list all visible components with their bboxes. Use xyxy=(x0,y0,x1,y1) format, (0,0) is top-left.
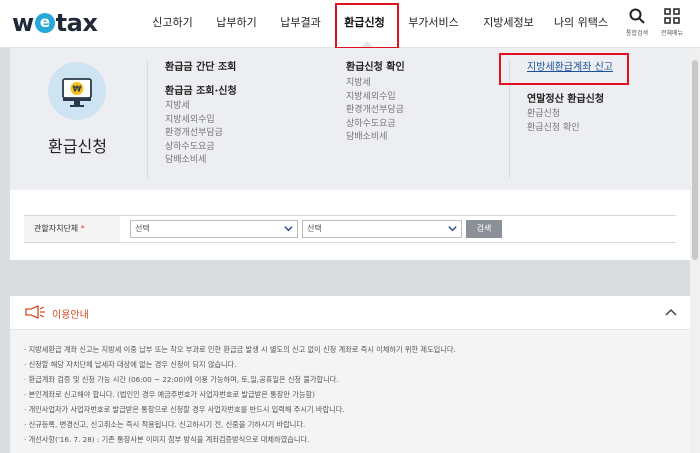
grid-menu-icon xyxy=(664,8,680,24)
menu-refund-simple-lookup[interactable]: 환급금 간단 조회 xyxy=(165,58,237,73)
usage-guide: 이용안내 · 지방세환급 계좌 신고는 지방세 이중 납부 또는 착오 부과로 … xyxy=(10,296,690,453)
nav-item-4[interactable]: 부가서비스 xyxy=(396,0,471,48)
menu-item[interactable]: 환경개선부담금 xyxy=(346,104,405,118)
search-panel: 관할자치단체 * 선택 선택 검색 xyxy=(10,190,690,260)
city-select-value: 선택 xyxy=(307,224,322,233)
svg-text:₩: ₩ xyxy=(73,85,82,94)
city-select[interactable]: 선택 xyxy=(302,220,462,238)
nav-item-1[interactable]: 납부하기 xyxy=(205,0,268,48)
menu-label: 전체메뉴 xyxy=(660,30,684,37)
menu-item[interactable]: 환급신청 xyxy=(527,108,613,122)
menu-item[interactable]: 환경개선부담금 xyxy=(165,127,237,141)
logo-text-w: w xyxy=(12,9,34,37)
menu-item[interactable]: 지방세 xyxy=(346,77,405,91)
divider xyxy=(147,60,148,178)
chevron-down-icon xyxy=(284,226,293,232)
menu-item[interactable]: 상하수도요금 xyxy=(346,118,405,132)
province-select-value: 선택 xyxy=(135,224,150,233)
guide-line: · 환급계좌 검증 및 신청 가능 시간 (06:00 ~ 22:00)에 이용… xyxy=(24,375,339,384)
search-icon xyxy=(629,8,645,24)
nav-item-0[interactable]: 신고하기 xyxy=(140,0,205,48)
logo-e-circle: e xyxy=(34,13,55,33)
nav-item-2[interactable]: 납부결과 xyxy=(268,0,333,48)
search-label: 통합검색 xyxy=(625,30,649,37)
province-select[interactable]: 선택 xyxy=(130,220,298,238)
guide-line: · 본인계좌로 신고해야 합니다. (법인인 경우 예금주번호가 사업자번호로 … xyxy=(24,390,315,399)
integrated-search-button[interactable]: 통합검색 xyxy=(620,8,654,42)
usage-guide-body: · 지방세환급 계좌 신고는 지방세 이중 납부 또는 착오 부과로 인한 환급… xyxy=(10,330,690,453)
menu-item[interactable]: 담배소비세 xyxy=(165,154,237,168)
mega-menu-intro: ₩ 환급신청 xyxy=(10,48,145,190)
usage-guide-title: 이용안내 xyxy=(52,310,89,321)
guide-line: · 신청할 해당 자치단체 납세자 대상에 없는 경우 신청이 되지 않습니다. xyxy=(24,360,237,369)
search-button[interactable]: 검색 xyxy=(466,220,502,238)
menu-refund-apply-check[interactable]: 환급신청 확인 xyxy=(346,58,405,73)
dropdown-caret xyxy=(361,41,373,47)
mega-col-1: 환급금 간단 조회 환급금 조회·신청 지방세 지방세외수입 환경개선부담금 상하수도… xyxy=(165,58,237,168)
monitor-won-icon: ₩ xyxy=(48,62,106,120)
mega-menu-title: 환급신청 xyxy=(48,137,107,156)
guide-line: · 개인사업자가 사업자번호로 발급받은 통장으로 신청할 경우 사업자번호를 … xyxy=(24,405,345,414)
all-menu-button[interactable]: 전체메뉴 xyxy=(655,8,689,42)
site-header: w e tax 신고하기 납부하기 납부결과 환급신청 부가서비스 지방세정보 나의 위택스 통… xyxy=(0,0,700,49)
menu-item[interactable]: 지방세 xyxy=(165,100,237,114)
menu-item[interactable]: 담배소비세 xyxy=(346,131,405,145)
wetax-logo[interactable]: w e tax xyxy=(12,9,98,37)
scrollbar-thumb[interactable] xyxy=(692,60,698,260)
jurisdiction-label: 관할자치단체 * xyxy=(24,216,120,242)
menu-item[interactable]: 지방세외수입 xyxy=(165,114,237,128)
menu-item[interactable]: 상하수도요금 xyxy=(165,141,237,155)
nav-item-6[interactable]: 나의 위택스 xyxy=(546,0,616,48)
menu-year-end-refund[interactable]: 연말정산 환급신청 xyxy=(527,90,613,105)
menu-refund-lookup-apply[interactable]: 환급금 조회·신청 xyxy=(165,82,237,97)
required-mark: * xyxy=(80,224,85,233)
guide-line: · 신규등록, 변경신고, 신고취소는 즉시 적용됩니다. 신고하시기 전, 신… xyxy=(24,420,306,429)
megaphone-icon xyxy=(25,305,45,319)
menu-item[interactable]: 지방세외수입 xyxy=(346,91,405,105)
menu-item[interactable]: 환급신청 확인 xyxy=(527,122,613,136)
chevron-up-icon[interactable] xyxy=(664,306,678,318)
logo-text-tax: tax xyxy=(55,9,98,37)
guide-line: · 지방세환급 계좌 신고는 지방세 이중 납부 또는 착오 부과로 인한 환급… xyxy=(24,345,456,354)
usage-guide-header[interactable]: 이용안내 xyxy=(10,296,690,330)
highlight-box-link xyxy=(499,53,629,85)
chevron-down-icon xyxy=(448,226,457,232)
filter-row: 관할자치단체 * 선택 선택 검색 xyxy=(24,215,676,243)
jurisdiction-label-text: 관할자치단체 xyxy=(34,224,79,233)
guide-line: · 개선사항('16. 7. 28) : 기존 통장사본 이미지 첨부 방식을 … xyxy=(24,435,310,444)
mega-col-2: 환급신청 확인 지방세 지방세외수입 환경개선부담금 상하수도요금 담배소비세 xyxy=(346,58,405,145)
nav-item-5[interactable]: 지방세정보 xyxy=(471,0,546,48)
